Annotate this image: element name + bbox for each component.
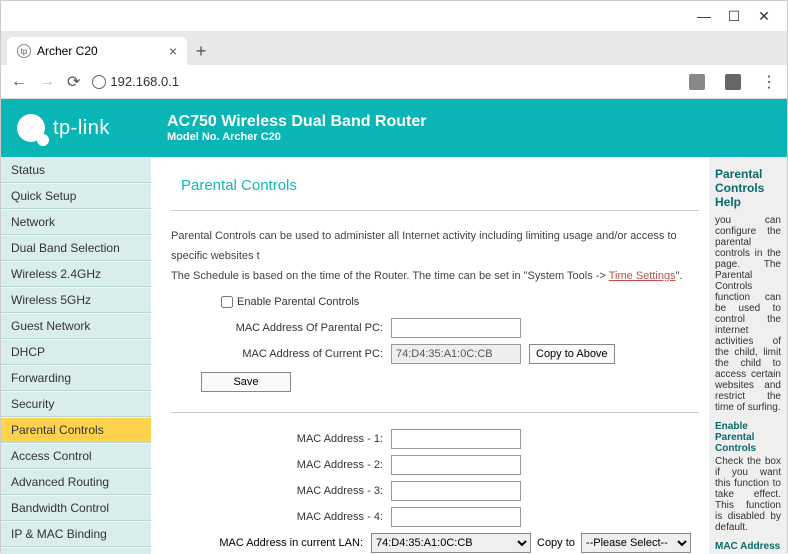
help-title: Parental Controls Help bbox=[715, 167, 781, 209]
lan-mac-select[interactable]: 74:D4:35:A1:0C:CB bbox=[371, 533, 531, 553]
sidebar-item[interactable]: DHCP bbox=[1, 339, 151, 365]
sidebar: StatusQuick SetupNetworkDual Band Select… bbox=[1, 157, 151, 554]
extension-icon[interactable] bbox=[725, 74, 741, 90]
enable-label: Enable Parental Controls bbox=[237, 296, 359, 308]
tab-title: Archer C20 bbox=[37, 44, 98, 58]
current-mac-input bbox=[391, 344, 521, 364]
tab-close-icon[interactable]: × bbox=[169, 43, 177, 59]
browser-tab[interactable]: tp Archer C20 × bbox=[7, 37, 187, 65]
save-button[interactable]: Save bbox=[201, 372, 291, 392]
mac1-input[interactable] bbox=[391, 429, 521, 449]
page-title: Parental Controls bbox=[181, 177, 699, 194]
sidebar-item[interactable]: Dual Band Selection bbox=[1, 235, 151, 261]
window-controls: — ☐ ✕ bbox=[1, 1, 787, 31]
forward-button[interactable]: → bbox=[39, 73, 55, 91]
address-field[interactable]: 192.168.0.1 bbox=[92, 74, 669, 89]
reload-button[interactable]: ⟳ bbox=[67, 72, 80, 92]
sidebar-item[interactable]: IP & MAC Binding bbox=[1, 521, 151, 547]
help-panel: Parental Controls Help you can configure… bbox=[709, 157, 787, 554]
translate-icon[interactable] bbox=[689, 74, 705, 90]
product-name: AC750 Wireless Dual Band Router bbox=[167, 113, 426, 131]
sidebar-item[interactable]: Parental Controls bbox=[1, 417, 151, 443]
back-button[interactable]: ← bbox=[11, 73, 27, 91]
copy-to-select[interactable]: --Please Select-- bbox=[581, 533, 691, 553]
logo: tp-link bbox=[17, 114, 167, 142]
sidebar-item[interactable]: Network bbox=[1, 209, 151, 235]
main-panel: Parental Controls Parental Controls can … bbox=[151, 157, 709, 554]
sidebar-item[interactable]: Quick Setup bbox=[1, 183, 151, 209]
sidebar-item[interactable]: Guest Network bbox=[1, 313, 151, 339]
sidebar-item[interactable]: Advanced Routing bbox=[1, 469, 151, 495]
brand-header: tp-link AC750 Wireless Dual Band Router … bbox=[1, 99, 787, 157]
sidebar-item[interactable]: Access Control bbox=[1, 443, 151, 469]
url-bar: ← → ⟳ 192.168.0.1 ⋮ bbox=[1, 65, 787, 99]
mac2-input[interactable] bbox=[391, 455, 521, 475]
parental-mac-input[interactable] bbox=[391, 318, 521, 338]
globe-icon bbox=[92, 75, 106, 89]
sidebar-item[interactable]: Bandwidth Control bbox=[1, 495, 151, 521]
sidebar-item[interactable]: Wireless 5GHz bbox=[1, 287, 151, 313]
sidebar-item[interactable]: Forwarding bbox=[1, 365, 151, 391]
new-tab-button[interactable]: + bbox=[187, 37, 215, 65]
enable-checkbox[interactable] bbox=[221, 296, 233, 308]
mac4-input[interactable] bbox=[391, 507, 521, 527]
copy-above-button[interactable]: Copy to Above bbox=[529, 344, 615, 364]
current-mac-label: MAC Address of Current PC: bbox=[171, 348, 391, 360]
time-settings-link[interactable]: Time Settings bbox=[609, 270, 676, 282]
logo-mark-icon bbox=[17, 114, 45, 142]
description: Parental Controls can be used to adminis… bbox=[171, 227, 699, 286]
close-button[interactable]: ✕ bbox=[749, 8, 779, 25]
menu-icon[interactable]: ⋮ bbox=[761, 72, 777, 92]
model-number: Model No. Archer C20 bbox=[167, 131, 426, 143]
mac3-input[interactable] bbox=[391, 481, 521, 501]
sidebar-item[interactable]: Security bbox=[1, 391, 151, 417]
sidebar-item[interactable]: Wireless 2.4GHz bbox=[1, 261, 151, 287]
sidebar-item[interactable]: Status bbox=[1, 157, 151, 183]
minimize-button[interactable]: — bbox=[689, 8, 719, 24]
parental-mac-label: MAC Address Of Parental PC: bbox=[171, 322, 391, 334]
favicon-icon: tp bbox=[17, 44, 31, 58]
tab-bar: tp Archer C20 × + bbox=[1, 31, 787, 65]
maximize-button[interactable]: ☐ bbox=[719, 8, 749, 25]
